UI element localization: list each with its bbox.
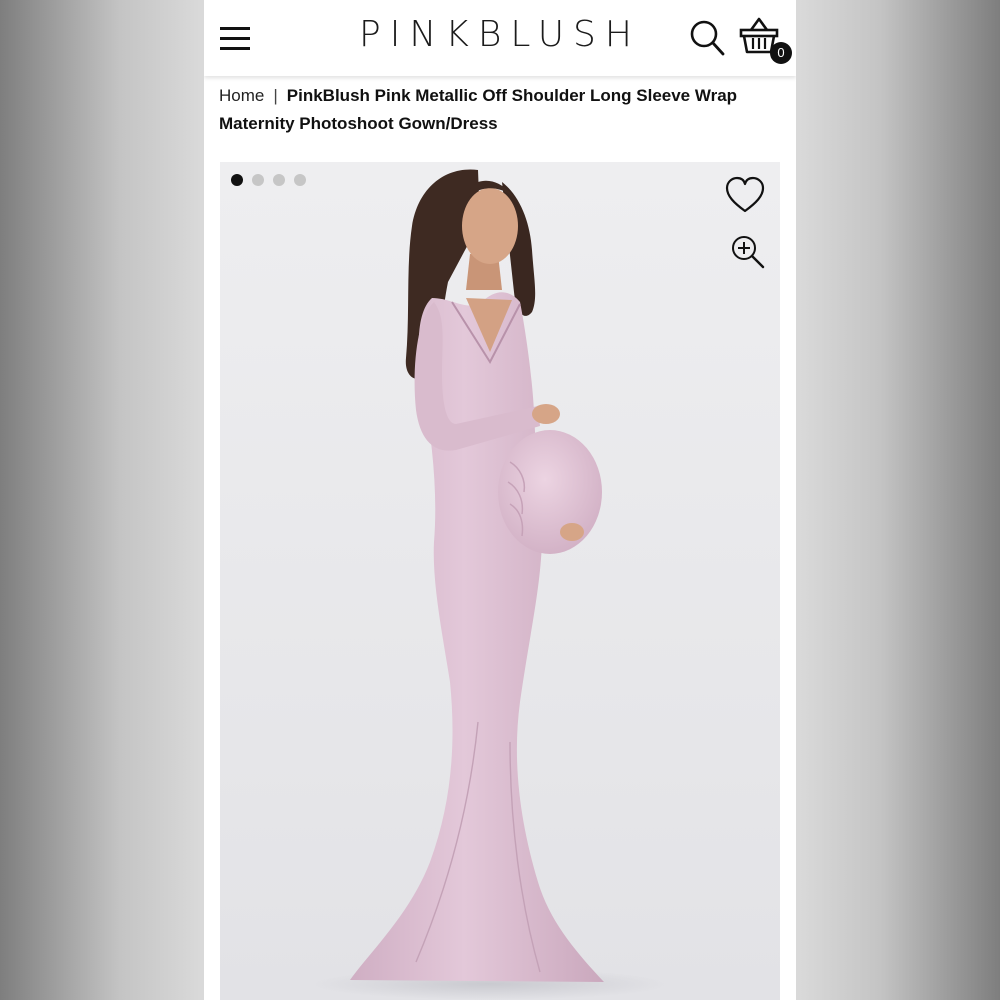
mobile-screen: PINKBLUSH 0 Home | PinkBlush Pink Metallic… bbox=[204, 0, 796, 1000]
zoom-in-icon[interactable] bbox=[730, 234, 766, 270]
breadcrumb-separator: | bbox=[273, 86, 278, 105]
product-image-gallery[interactable] bbox=[220, 162, 780, 1000]
carousel-dot-4[interactable] bbox=[294, 174, 306, 186]
cart-button[interactable]: 0 bbox=[738, 16, 792, 68]
hamburger-menu-icon[interactable] bbox=[218, 24, 252, 54]
search-icon[interactable] bbox=[688, 18, 728, 58]
site-header: PINKBLUSH 0 bbox=[204, 0, 796, 76]
cart-count-badge: 0 bbox=[770, 42, 792, 64]
carousel-dot-1[interactable] bbox=[231, 174, 243, 186]
heart-icon[interactable] bbox=[724, 176, 766, 216]
carousel-dot-2[interactable] bbox=[252, 174, 264, 186]
product-photo bbox=[310, 169, 670, 1000]
breadcrumb-home-link[interactable]: Home bbox=[219, 86, 264, 105]
carousel-indicator bbox=[231, 173, 315, 187]
site-logo[interactable]: PINKBLUSH bbox=[304, 14, 696, 55]
breadcrumb: Home | PinkBlush Pink Metallic Off Shoulde… bbox=[219, 82, 779, 138]
breadcrumb-current-page: PinkBlush Pink Metallic Off Shoulder Lon… bbox=[219, 86, 738, 133]
carousel-dot-3[interactable] bbox=[273, 174, 285, 186]
